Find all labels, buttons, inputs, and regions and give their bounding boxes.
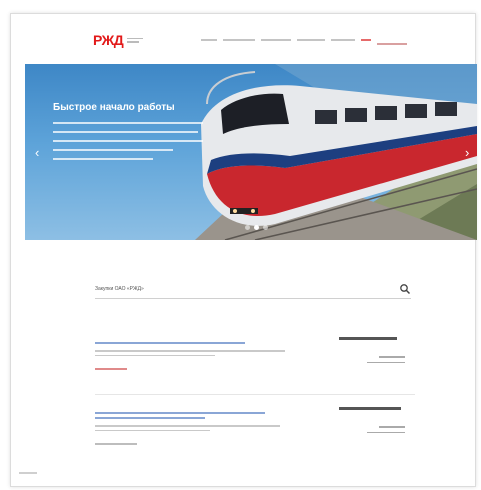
slider-dot-active[interactable]	[254, 225, 259, 230]
logo-tagline	[127, 37, 144, 43]
item-price	[339, 406, 401, 412]
top-caption-fragment: ​	[40, 0, 460, 12]
site-header: РЖД ​	[11, 14, 475, 64]
hero-slider: Быстрое начало работы ‹ ›	[25, 64, 477, 240]
main-nav	[201, 39, 371, 41]
logo-mark: РЖД	[93, 32, 124, 48]
search-icon[interactable]	[399, 283, 411, 295]
nav-item[interactable]	[331, 39, 355, 41]
chevron-left-icon[interactable]: ‹	[35, 146, 39, 159]
nav-item[interactable]	[261, 39, 291, 41]
slider-dot[interactable]	[263, 225, 268, 230]
search-scope-label[interactable]: Закупки ОАО «РЖД»	[95, 286, 144, 292]
item-title-link[interactable]	[95, 342, 415, 344]
nav-item[interactable]	[201, 39, 217, 41]
list-item[interactable]	[95, 336, 415, 373]
chevron-right-icon[interactable]: ›	[465, 146, 469, 159]
phone-number[interactable]: ​	[377, 34, 407, 40]
item-tag[interactable]	[95, 368, 415, 370]
list-item[interactable]	[95, 406, 415, 448]
footer-text	[19, 472, 37, 474]
nav-item-highlighted[interactable]	[361, 39, 371, 41]
search-input[interactable]	[151, 286, 399, 291]
item-deadline	[345, 426, 405, 433]
nav-item[interactable]	[223, 39, 255, 41]
hero-description	[53, 122, 203, 167]
header-contact: ​	[377, 34, 407, 45]
phone-caption	[377, 43, 407, 45]
search-bar: Закупки ОАО «РЖД»	[95, 279, 411, 299]
logo[interactable]: РЖД	[93, 32, 144, 48]
item-deadline	[345, 356, 405, 363]
list-divider	[95, 394, 415, 395]
hero-title: Быстрое начало работы	[53, 102, 175, 113]
nav-item[interactable]	[297, 39, 325, 41]
browser-window: РЖД ​	[10, 13, 477, 487]
slider-dot[interactable]	[245, 225, 250, 230]
slider-pagination	[245, 225, 268, 230]
item-title-link[interactable]	[95, 412, 415, 419]
item-tag[interactable]	[95, 443, 415, 445]
item-price	[339, 336, 397, 342]
